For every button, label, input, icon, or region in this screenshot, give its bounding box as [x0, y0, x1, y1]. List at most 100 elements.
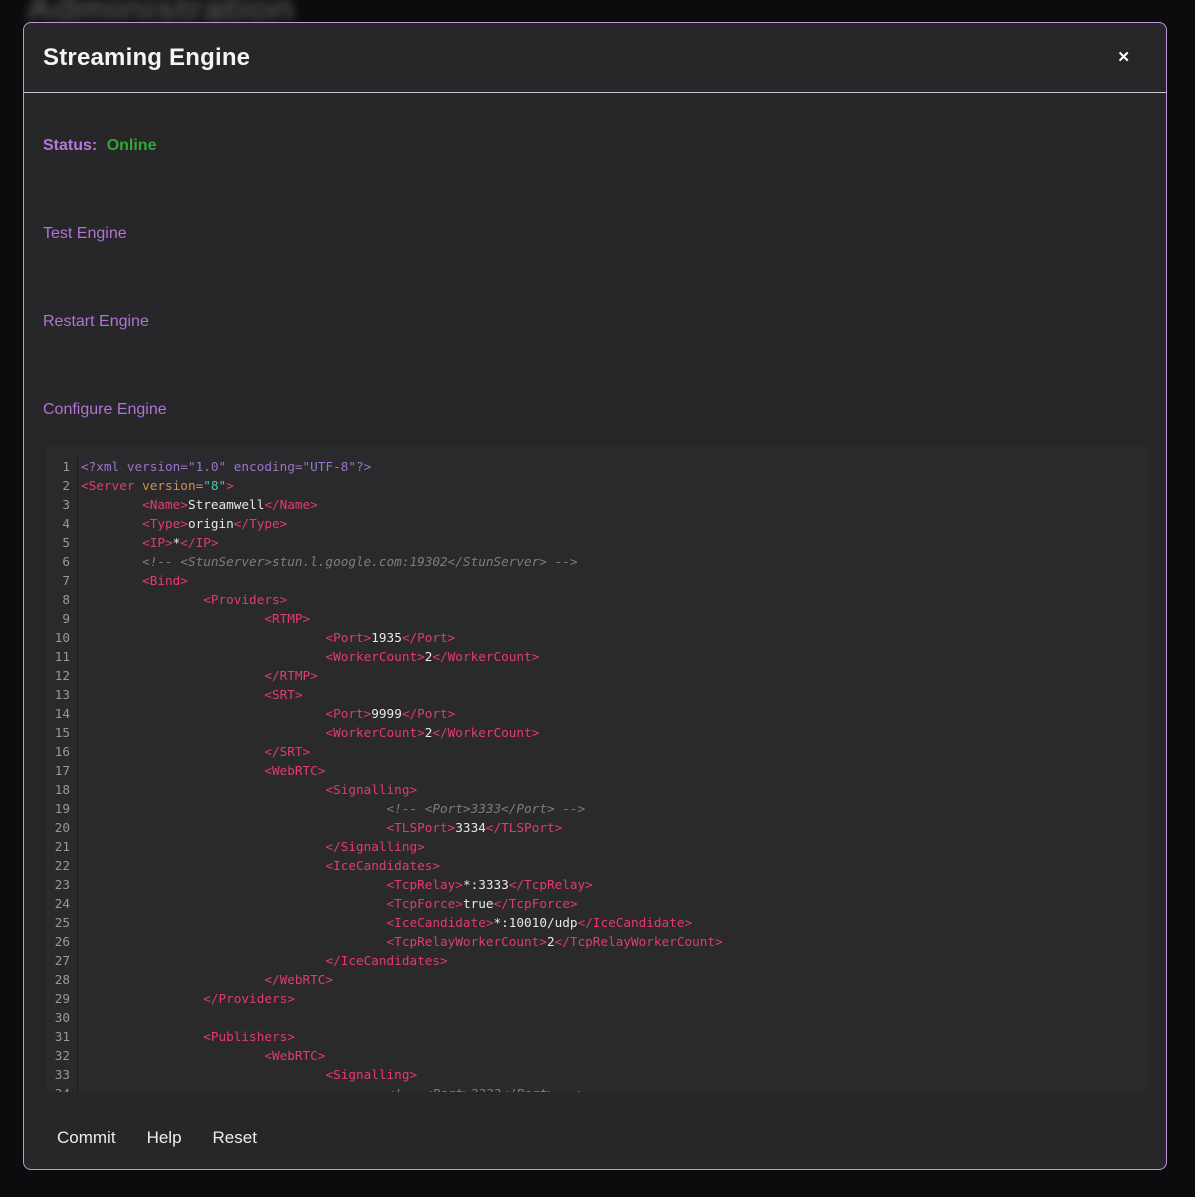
code-line-content: <Port>1935</Port> [78, 628, 455, 647]
line-number: 30 [46, 1008, 78, 1027]
code-line: 32 <WebRTC> [46, 1046, 1148, 1065]
code-line: 14 <Port>9999</Port> [46, 704, 1148, 723]
code-line-content: <IP>*</IP> [78, 533, 219, 552]
line-number: 13 [46, 685, 78, 704]
status-value: Online [107, 137, 157, 154]
xml-config-editor[interactable]: 1<?xml version="1.0" encoding="UTF-8"?>2… [46, 446, 1148, 1092]
configure-engine-link[interactable]: Configure Engine [43, 400, 167, 419]
code-line: 7 <Bind> [46, 571, 1148, 590]
line-number: 18 [46, 780, 78, 799]
line-number: 28 [46, 970, 78, 989]
code-line-content: <Port>9999</Port> [78, 704, 455, 723]
line-number: 21 [46, 837, 78, 856]
code-line: 5 <IP>*</IP> [46, 533, 1148, 552]
line-number: 14 [46, 704, 78, 723]
code-line: 2<Server version="8"> [46, 476, 1148, 495]
code-line-content: </Signalling> [78, 837, 425, 856]
line-number: 23 [46, 875, 78, 894]
code-line: 20 <TLSPort>3334</TLSPort> [46, 818, 1148, 837]
code-line: 33 <Signalling> [46, 1065, 1148, 1084]
code-line: 4 <Type>origin</Type> [46, 514, 1148, 533]
code-line: 6 <!-- <StunServer>stun.l.google.com:193… [46, 552, 1148, 571]
code-line: 23 <TcpRelay>*:3333</TcpRelay> [46, 875, 1148, 894]
code-line: 21 </Signalling> [46, 837, 1148, 856]
line-number: 29 [46, 989, 78, 1008]
code-line-content: <SRT> [78, 685, 303, 704]
code-line-content: </WebRTC> [78, 970, 333, 989]
line-number: 34 [46, 1084, 78, 1092]
code-editor-lines: 1<?xml version="1.0" encoding="UTF-8"?>2… [46, 457, 1148, 1092]
help-button[interactable]: Help [147, 1128, 182, 1148]
test-engine-link[interactable]: Test Engine [43, 224, 127, 243]
line-number: 17 [46, 761, 78, 780]
code-line-content: <WebRTC> [78, 1046, 325, 1065]
line-number: 16 [46, 742, 78, 761]
code-line: 16 </SRT> [46, 742, 1148, 761]
restart-engine-link[interactable]: Restart Engine [43, 312, 149, 331]
line-number: 24 [46, 894, 78, 913]
dialog-body: Status: Online Test Engine Restart Engin… [24, 93, 1166, 1092]
code-line-content: <Name>Streamwell</Name> [78, 495, 318, 514]
line-number: 33 [46, 1065, 78, 1084]
reset-button[interactable]: Reset [213, 1128, 257, 1148]
code-line-content: <RTMP> [78, 609, 310, 628]
code-line-content: <Bind> [78, 571, 188, 590]
line-number: 9 [46, 609, 78, 628]
dialog-footer: Commit Help Reset [24, 1092, 1166, 1169]
line-number: 11 [46, 647, 78, 666]
streaming-engine-dialog: Streaming Engine ✕ Status: Online Test E… [23, 22, 1167, 1170]
code-line-content: <Publishers> [78, 1027, 295, 1046]
code-line: 19 <!-- <Port>3333</Port> --> [46, 799, 1148, 818]
code-line-content: </IceCandidates> [78, 951, 448, 970]
line-number: 10 [46, 628, 78, 647]
status-label: Status: [43, 137, 97, 154]
code-line-content: <WorkerCount>2</WorkerCount> [78, 647, 539, 666]
line-number: 7 [46, 571, 78, 590]
code-line-content: <TcpForce>true</TcpForce> [78, 894, 578, 913]
commit-button[interactable]: Commit [57, 1128, 116, 1148]
code-line: 8 <Providers> [46, 590, 1148, 609]
code-line: 1<?xml version="1.0" encoding="UTF-8"?> [46, 457, 1148, 476]
code-line: 24 <TcpForce>true</TcpForce> [46, 894, 1148, 913]
code-line: 10 <Port>1935</Port> [46, 628, 1148, 647]
code-line: 29 </Providers> [46, 989, 1148, 1008]
line-number: 2 [46, 476, 78, 495]
code-line-content: <!-- <Port>3333</Port> --> [78, 1084, 585, 1092]
code-line: 3 <Name>Streamwell</Name> [46, 495, 1148, 514]
code-line: 12 </RTMP> [46, 666, 1148, 685]
code-line: 25 <IceCandidate>*:10010/udp</IceCandida… [46, 913, 1148, 932]
line-number: 19 [46, 799, 78, 818]
line-number: 32 [46, 1046, 78, 1065]
code-line: 28 </WebRTC> [46, 970, 1148, 989]
code-line-content: <WebRTC> [78, 761, 325, 780]
code-line: 13 <SRT> [46, 685, 1148, 704]
code-line-content: </Providers> [78, 989, 295, 1008]
code-line-content: <Server version="8"> [78, 476, 234, 495]
line-number: 22 [46, 856, 78, 875]
code-line-content: <WorkerCount>2</WorkerCount> [78, 723, 539, 742]
line-number: 31 [46, 1027, 78, 1046]
code-line: 31 <Publishers> [46, 1027, 1148, 1046]
code-line: 34 <!-- <Port>3333</Port> --> [46, 1084, 1148, 1092]
close-button[interactable]: ✕ [1111, 46, 1136, 69]
code-line: 17 <WebRTC> [46, 761, 1148, 780]
code-line-content: </SRT> [78, 742, 310, 761]
dialog-header: Streaming Engine ✕ [24, 23, 1166, 93]
line-number: 8 [46, 590, 78, 609]
line-number: 4 [46, 514, 78, 533]
line-number: 1 [46, 457, 78, 476]
line-number: 15 [46, 723, 78, 742]
code-line: 22 <IceCandidates> [46, 856, 1148, 875]
line-number: 20 [46, 818, 78, 837]
dialog-title: Streaming Engine [43, 44, 250, 72]
code-line-content: <TLSPort>3334</TLSPort> [78, 818, 562, 837]
code-line-content: <Providers> [78, 590, 287, 609]
line-number: 12 [46, 666, 78, 685]
engine-status: Status: Online [43, 136, 1148, 155]
code-line: 30 [46, 1008, 1148, 1027]
code-line-content: <Signalling> [78, 780, 417, 799]
line-number: 26 [46, 932, 78, 951]
line-number: 3 [46, 495, 78, 514]
code-line-content: <IceCandidate>*:10010/udp</IceCandidate> [78, 913, 692, 932]
code-line-content [78, 1008, 81, 1027]
